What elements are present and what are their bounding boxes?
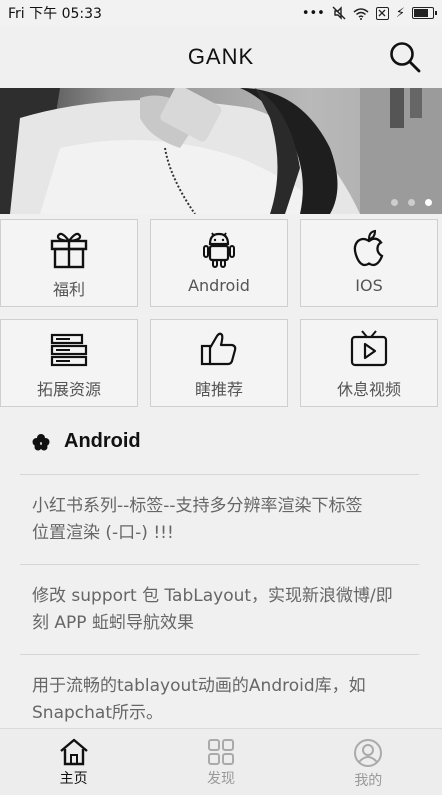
nav-home[interactable]: 主页	[0, 729, 147, 795]
android-icon	[203, 232, 235, 268]
status-time: 05:33	[61, 6, 102, 22]
article-item[interactable]: 用于流畅的tablayout动画的Android库，如 Snapchat所示。	[20, 654, 419, 728]
category-welfare[interactable]: 福利	[0, 219, 138, 307]
status-bar: Fri 下午 05:33 ••• ⚡	[0, 0, 442, 26]
category-label: Android	[188, 276, 250, 295]
search-button[interactable]	[388, 40, 422, 74]
flower-icon	[32, 433, 50, 450]
banner-carousel[interactable]	[0, 88, 442, 214]
battery-icon	[412, 7, 437, 19]
nav-discover[interactable]: 发现	[147, 729, 294, 795]
more-dots-icon: •••	[301, 5, 325, 21]
status-clock: Fri 下午 05:33	[8, 3, 302, 23]
status-icons: ••• ⚡	[301, 5, 437, 21]
category-videos[interactable]: 休息视频	[300, 319, 438, 407]
search-icon	[390, 42, 421, 73]
battery-level	[414, 9, 429, 17]
category-label: 瞎推荐	[194, 380, 243, 399]
section-header: Android	[32, 430, 141, 453]
nav-label: 发现	[206, 771, 235, 787]
article-title-line: 小红书系列--标签--支持多分辨率渲染下标签	[32, 496, 363, 516]
article-title-line: 刻 APP 蚯蚓导航效果	[32, 613, 194, 633]
wifi-icon	[353, 7, 369, 20]
article-title-line: 位置渲染 (-口-) !!!	[32, 523, 174, 543]
carousel-dot[interactable]	[425, 199, 432, 206]
article-item[interactable]: 修改 support 包 TabLayout，实现新浪微博/即 刻 APP 蚯蚓…	[20, 564, 419, 654]
article-item[interactable]: 小红书系列--标签--支持多分辨率渲染下标签 位置渲染 (-口-) !!!	[20, 474, 419, 564]
charging-icon: ⚡	[395, 5, 405, 21]
nav-label: 我的	[354, 773, 383, 789]
category-label: 拓展资源	[36, 380, 101, 399]
carousel-dot[interactable]	[391, 199, 398, 206]
grid-icon	[207, 739, 234, 765]
server-icon	[50, 333, 88, 367]
category-ios[interactable]: IOS	[300, 219, 438, 307]
nav-label: 主页	[59, 771, 88, 787]
category-android[interactable]: Android	[150, 219, 288, 307]
nav-profile[interactable]: 我的	[295, 729, 442, 795]
category-label: 福利	[52, 280, 85, 299]
bottom-nav: 主页 发现 我的	[0, 728, 442, 795]
status-day: Fri	[8, 6, 25, 22]
thumbs-up-icon	[200, 332, 237, 366]
category-label: IOS	[355, 276, 383, 295]
category-resources[interactable]: 拓展资源	[0, 319, 138, 407]
mute-icon	[332, 6, 346, 20]
user-icon	[354, 739, 383, 767]
no-sim-icon	[375, 6, 389, 20]
app-title: GANK	[187, 44, 255, 69]
carousel-indicators	[391, 199, 432, 206]
carousel-dot[interactable]	[408, 199, 415, 206]
home-icon	[59, 738, 88, 766]
apple-icon	[353, 229, 384, 267]
article-title-line: Snapchat所示。	[32, 703, 163, 723]
category-label: 休息视频	[336, 380, 401, 399]
gift-icon	[50, 232, 88, 269]
section-title: Android	[64, 430, 141, 452]
category-recommend[interactable]: 瞎推荐	[150, 319, 288, 407]
status-ampm: 下午	[29, 6, 58, 22]
article-title-line: 用于流畅的tablayout动画的Android库，如	[32, 676, 366, 696]
article-title-line: 修改 support 包 TabLayout，实现新浪微博/即	[32, 586, 393, 606]
app-bar: GANK	[0, 26, 442, 88]
tv-play-icon	[350, 330, 388, 367]
banner-photo	[0, 88, 442, 214]
